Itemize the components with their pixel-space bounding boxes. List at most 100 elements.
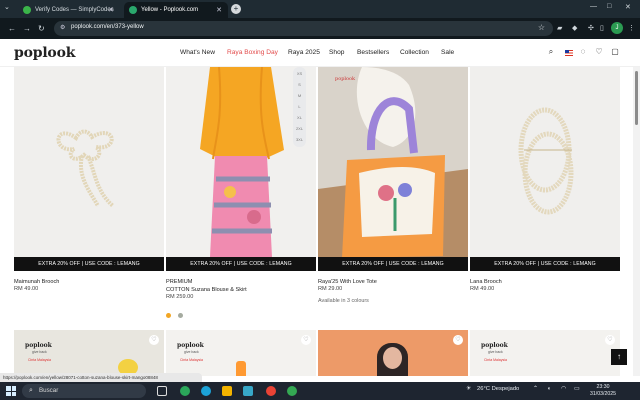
address-url[interactable]: poplook.com/en/373-yellow	[71, 24, 144, 30]
malaysia-flag-icon[interactable]	[565, 50, 573, 56]
tab-menu-icon[interactable]: ⌄	[4, 3, 10, 11]
product-card[interactable]: EXTRA 20% OFF | USE CODE : LEMANG Lana B…	[470, 67, 620, 292]
product-price: RM 49.00	[14, 286, 39, 292]
scrollbar-thumb[interactable]	[635, 71, 638, 125]
menu-shop[interactable]: Shop	[329, 49, 344, 56]
product-name[interactable]: Lana Brooch	[470, 278, 620, 286]
weather-sun-icon[interactable]: ☀	[466, 386, 471, 392]
product-card-row2[interactable]: poplook give back Cinta Malaysia ♡	[470, 330, 620, 376]
menu-kebab-icon[interactable]: ⋮	[628, 24, 635, 32]
chrome-profile-icon[interactable]	[266, 386, 276, 396]
product-card-row2[interactable]: poplook give back Cinta Malaysia ♡	[166, 330, 316, 376]
minimize-icon[interactable]: —	[590, 3, 597, 10]
chrome-app-icon[interactable]	[180, 386, 190, 396]
product-image[interactable]: EXTRA 20% OFF | USE CODE : LEMANG	[14, 67, 164, 271]
product-name[interactable]: Maimunah Brooch	[14, 278, 164, 286]
swatch-yellow[interactable]	[166, 313, 171, 318]
cinta-malaysia-text: Cinta Malaysia	[484, 358, 507, 362]
product-card[interactable]: poplook EXTRA 20% OFF | USE CODE : LEMAN…	[318, 67, 468, 304]
size-option[interactable]: L	[293, 101, 306, 112]
size-option[interactable]: S	[293, 79, 306, 90]
product-name[interactable]: Raya'25 With Love Tote	[318, 278, 468, 286]
menu-bestsellers[interactable]: Bestsellers	[357, 49, 389, 56]
size-selector: XS S M L XL 2XL 3XL	[293, 67, 306, 147]
forward-icon[interactable]: →	[23, 24, 31, 33]
bookmark-star-icon[interactable]: ☆	[538, 23, 545, 32]
poplook-give-back-text: give back	[32, 350, 47, 354]
size-option[interactable]: XS	[293, 68, 306, 79]
windows-taskbar: ⌕ Buscar ☀ 26°C Despejado ⌃ ◖ ◠ ▭ 23:30 …	[0, 382, 640, 400]
poplook-favicon-icon	[129, 6, 137, 14]
site-header: poplook What's New Raya Boxing Day Raya …	[0, 39, 640, 67]
size-option[interactable]: XL	[293, 112, 306, 123]
menu-whats-new[interactable]: What's New	[180, 49, 215, 56]
product-name[interactable]: COTTON Suzana Blouse & Skirt	[166, 286, 316, 294]
profile-avatar[interactable]: J	[611, 22, 623, 34]
poplook-logo[interactable]: poplook	[14, 45, 75, 61]
product-image[interactable]: EXTRA 20% OFF | USE CODE : LEMANG	[470, 67, 620, 271]
tray-chevron-icon[interactable]: ⌃	[533, 386, 538, 392]
explorer-app-icon[interactable]	[222, 386, 232, 396]
product-card-row2[interactable]: ♡	[318, 330, 468, 376]
poplook-give-back-text: give back	[488, 350, 503, 354]
battery-icon[interactable]: ▭	[574, 386, 579, 392]
swatch-sage[interactable]	[178, 313, 184, 318]
menu-sale[interactable]: Sale	[441, 49, 454, 56]
tote-bag-image: poplook	[318, 67, 468, 271]
extension-icon[interactable]: ◆	[572, 24, 577, 32]
back-icon[interactable]: ←	[8, 24, 16, 33]
maximize-icon[interactable]: □	[607, 3, 611, 10]
taskbar-clock[interactable]: 23:30 31/03/2025	[586, 384, 620, 398]
menu-collection[interactable]: Collection	[400, 49, 429, 56]
product-image[interactable]: poplook EXTRA 20% OFF | USE CODE : LEMAN…	[318, 67, 468, 271]
weather-text[interactable]: 26°C Despejado	[477, 386, 519, 392]
product-card-row2[interactable]: poplook give back Cinta Malaysia ♡	[14, 330, 164, 376]
search-icon[interactable]: ⌕	[546, 47, 556, 57]
wishlist-heart-icon[interactable]: ♡	[605, 335, 615, 345]
address-bar[interactable]: ⚙ poplook.com/en/373-yellow ☆	[54, 21, 553, 36]
poplook-mini-logo: poplook	[481, 342, 508, 349]
extensions-puzzle-icon[interactable]: ✣	[588, 24, 594, 32]
volume-icon[interactable]: ◖	[547, 386, 551, 392]
browser-toolbar: ← → ↻ ⚙ poplook.com/en/373-yellow ☆ ▰ ◆ …	[0, 18, 640, 39]
taskbar-search[interactable]: ⌕ Buscar	[22, 384, 146, 398]
close-window-icon[interactable]: ✕	[625, 3, 631, 11]
promo-banner: EXTRA 20% OFF | USE CODE : LEMANG	[166, 257, 316, 271]
chrome-active-icon[interactable]	[287, 386, 297, 396]
close-tab-icon[interactable]: ✕	[108, 6, 114, 14]
wishlist-heart-icon[interactable]: ♡	[301, 335, 311, 345]
windows-start-icon[interactable]	[6, 386, 16, 396]
size-option[interactable]: 2XL	[293, 123, 306, 134]
store-app-icon[interactable]	[243, 386, 253, 396]
svg-text:poplook: poplook	[335, 76, 356, 82]
wifi-icon[interactable]: ◠	[561, 386, 566, 392]
new-tab-button[interactable]: +	[231, 4, 241, 14]
task-view-icon[interactable]	[157, 386, 167, 396]
color-swatches	[166, 305, 316, 323]
menu-raya-boxing-day[interactable]: Raya Boxing Day	[227, 49, 278, 56]
wishlist-heart-icon[interactable]: ♡	[453, 335, 463, 345]
product-card[interactable]: EXTRA 20% OFF | USE CODE : LEMANG Maimun…	[14, 67, 164, 292]
edge-app-icon[interactable]	[201, 386, 211, 396]
site-info-icon[interactable]: ⚙	[60, 24, 65, 31]
menu-raya-2025[interactable]: Raya 2025	[288, 49, 320, 56]
vertical-scrollbar[interactable]	[633, 67, 640, 376]
child-face-preview	[383, 347, 402, 369]
extension-icon[interactable]: ▰	[557, 24, 562, 32]
promo-banner: EXTRA 20% OFF | USE CODE : LEMANG	[470, 257, 620, 271]
sidebar-icon[interactable]: ▯	[600, 24, 604, 32]
close-tab-icon[interactable]: ✕	[216, 6, 222, 14]
reload-icon[interactable]: ↻	[38, 24, 45, 33]
account-icon[interactable]: ◌	[578, 47, 588, 57]
size-option[interactable]: M	[293, 90, 306, 101]
cart-bag-icon[interactable]: ▢	[610, 47, 620, 57]
wishlist-heart-icon[interactable]: ♡	[149, 335, 159, 345]
size-option[interactable]: 3XL	[293, 134, 306, 145]
tab-verify-codes[interactable]: Verify Codes — SimplyCodes ✕	[18, 2, 120, 18]
clock-date: 31/03/2025	[590, 391, 616, 397]
scroll-to-top-button[interactable]: ↑	[611, 349, 627, 365]
tab-poplook-yellow[interactable]: Yellow - Poplook.com ✕	[124, 2, 228, 18]
cinta-malaysia-text: Cinta Malaysia	[180, 358, 203, 362]
wishlist-heart-icon[interactable]: ♡	[594, 47, 604, 57]
bow-brooch-image	[14, 67, 164, 271]
